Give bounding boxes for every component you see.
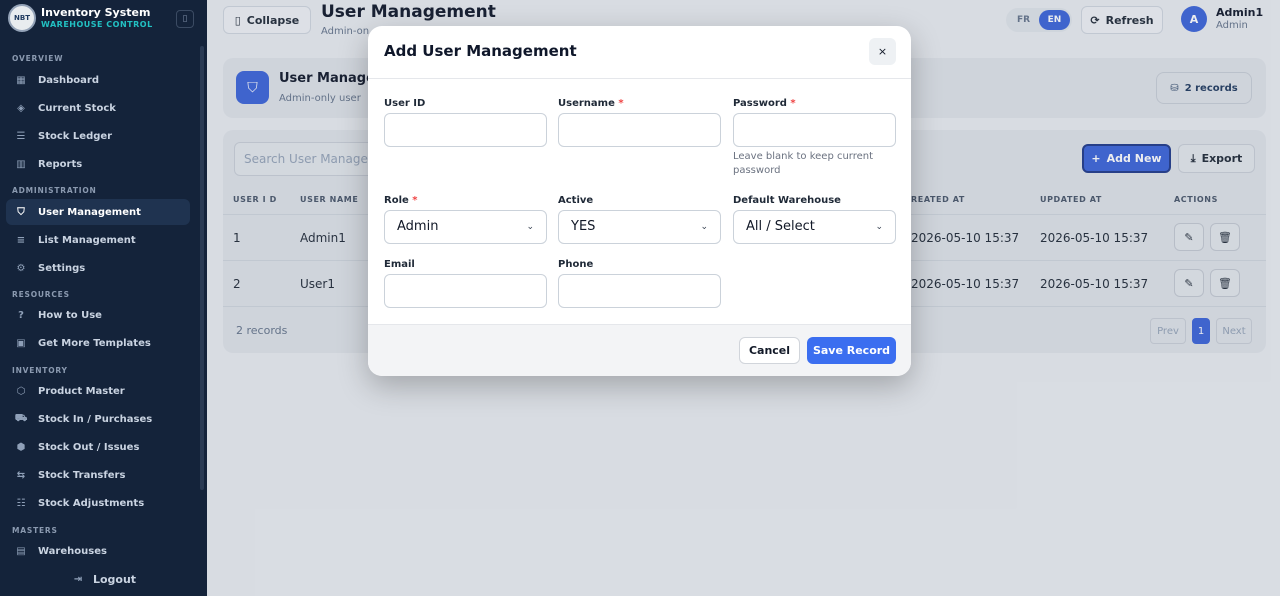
chevron-down-icon: ⌄ [875, 222, 883, 232]
sidebar-item-stock-out[interactable]: ⬢ Stock Out / Issues [6, 434, 190, 460]
phone-label: Phone [558, 259, 594, 270]
warehouse-icon: ▤ [16, 545, 26, 557]
role-select-value: Admin [397, 219, 439, 234]
role-select[interactable]: Admin ⌄ [384, 210, 547, 244]
sidebar-item-how-to-use[interactable]: ? How to Use [6, 302, 190, 328]
sidebar-item-list-management[interactable]: ≡ List Management [6, 227, 190, 253]
logout-label: Logout [92, 572, 137, 586]
default-warehouse-label: Default Warehouse [733, 195, 841, 206]
sidebar-item-stock-ledger[interactable]: ☰ Stock Ledger [6, 123, 190, 149]
sidebar-item-label: Stock Adjustments [38, 497, 145, 509]
sidebar-item-label: Current Stock [38, 102, 116, 114]
phone-field[interactable] [558, 274, 721, 308]
reports-icon: ▥ [16, 158, 26, 170]
sidebar-section-overview: OVERVIEW [12, 54, 64, 63]
active-select-value: YES [571, 219, 596, 234]
shield-icon: ⛉ [17, 206, 25, 218]
sidebar-scrollbar[interactable] [200, 46, 204, 490]
username-label: Username * [558, 98, 624, 109]
chevron-down-icon: ⌄ [526, 222, 534, 232]
password-field[interactable] [733, 113, 896, 147]
sidebar-item-label: Product Master [38, 385, 125, 397]
brand-logo: NBT [8, 4, 36, 32]
stock-icon: ◈ [17, 102, 25, 114]
sidebar-item-label: Stock Out / Issues [38, 441, 140, 453]
truck-icon: ⛟ [14, 412, 28, 424]
brand: NBT Inventory System WAREHOUSE CONTROL [8, 4, 198, 34]
active-select[interactable]: YES ⌄ [558, 210, 721, 244]
box-out-icon: ⬢ [16, 441, 26, 453]
logout-icon: ⇥ [73, 573, 83, 585]
sidebar-item-label: User Management [38, 206, 141, 218]
sidebar: NBT Inventory System WAREHOUSE CONTROL ▯… [0, 0, 207, 596]
dashboard-icon: ▦ [16, 74, 26, 86]
active-label: Active [558, 195, 594, 206]
brand-subtitle: WAREHOUSE CONTROL [41, 20, 153, 29]
chevron-down-icon: ⌄ [700, 222, 708, 232]
sidebar-item-label: Reports [38, 158, 83, 170]
user-id-field[interactable] [384, 113, 547, 147]
modal-divider [368, 78, 911, 79]
sidebar-item-label: Stock Ledger [38, 130, 113, 142]
brand-title: Inventory System [41, 6, 151, 19]
sidebar-item-stock-in[interactable]: ⛟ Stock In / Purchases [6, 406, 190, 432]
sidebar-item-label: Stock In / Purchases [38, 413, 153, 425]
close-icon[interactable]: × [869, 38, 896, 65]
sidebar-section-administration: ADMINISTRATION [12, 186, 97, 195]
default-warehouse-select-value: All / Select [746, 219, 815, 234]
role-label: Role * [384, 195, 418, 206]
email-label: Email [384, 259, 415, 270]
sidebar-item-label: How to Use [38, 309, 102, 321]
help-icon: ? [18, 309, 24, 321]
username-field[interactable] [558, 113, 721, 147]
sidebar-item-stock-adjustments[interactable]: ☷ Stock Adjustments [6, 490, 190, 516]
password-label: Password * [733, 98, 796, 109]
sidebar-toggle-icon[interactable]: ▯ [176, 10, 194, 28]
sidebar-item-label: List Management [38, 234, 136, 246]
sidebar-item-reports[interactable]: ▥ Reports [6, 151, 190, 177]
sidebar-item-label: Stock Transfers [38, 469, 126, 481]
sidebar-item-label: Settings [38, 262, 86, 274]
sidebar-section-masters: MASTERS [12, 526, 58, 535]
transfer-icon: ⇆ [16, 469, 26, 481]
sidebar-section-inventory: INVENTORY [12, 366, 68, 375]
add-user-modal: Add User Management × User ID Username *… [368, 26, 911, 376]
sidebar-item-current-stock[interactable]: ◈ Current Stock [6, 95, 190, 121]
save-record-button[interactable]: Save Record [807, 337, 896, 364]
sidebar-item-stock-transfers[interactable]: ⇆ Stock Transfers [6, 462, 190, 488]
sliders-icon: ☷ [16, 497, 26, 509]
box-icon: ⬡ [16, 385, 26, 397]
email-field[interactable] [384, 274, 547, 308]
sidebar-item-warehouses[interactable]: ▤ Warehouses [6, 538, 190, 564]
logout-button[interactable]: ⇥ Logout [0, 566, 207, 592]
sidebar-item-product-master[interactable]: ⬡ Product Master [6, 378, 190, 404]
sidebar-item-get-more-templates[interactable]: ▣ Get More Templates [6, 330, 190, 356]
password-hint: Leave blank to keep current password [733, 151, 874, 176]
sidebar-item-label: Get More Templates [38, 337, 151, 349]
gear-icon: ⚙ [16, 262, 26, 274]
modal-footer: Cancel Save Record [368, 324, 911, 376]
bag-icon: ▣ [16, 337, 26, 349]
list-icon: ≡ [16, 234, 26, 246]
sidebar-item-label: Warehouses [38, 545, 107, 557]
sidebar-item-settings[interactable]: ⚙ Settings [6, 255, 190, 281]
cancel-button[interactable]: Cancel [739, 337, 800, 364]
sidebar-item-label: Dashboard [38, 74, 99, 86]
ledger-icon: ☰ [16, 130, 26, 142]
sidebar-item-dashboard[interactable]: ▦ Dashboard [6, 67, 190, 93]
default-warehouse-select[interactable]: All / Select ⌄ [733, 210, 896, 244]
sidebar-section-resources: RESOURCES [12, 290, 70, 299]
sidebar-item-user-management[interactable]: ⛉ User Management [6, 199, 190, 225]
user-id-label: User ID [384, 98, 426, 109]
modal-title: Add User Management [384, 42, 577, 60]
